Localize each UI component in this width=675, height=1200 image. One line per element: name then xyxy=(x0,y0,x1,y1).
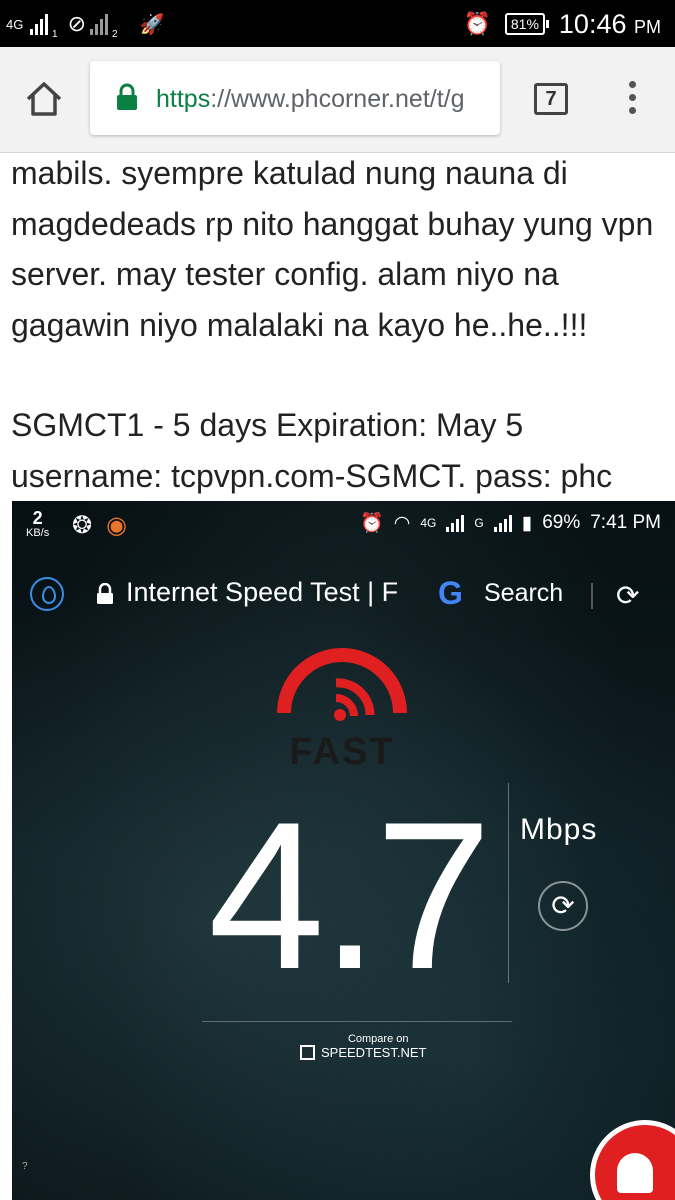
clock: 10:46 PM xyxy=(559,9,661,40)
post-line: username: tcpvpn.com-SGMCT. pass: phc xyxy=(11,457,613,494)
url-rest: ://www.phcorner.net/t/g xyxy=(210,85,465,113)
fast-logo-text: FAST xyxy=(289,731,395,773)
inner-status-bar: 2 KB/s ❂ ◉ ⏰ ◠ 4G G ▮ 69% 7:41 PM xyxy=(12,501,675,549)
data-rate-value: 2 xyxy=(32,508,43,528)
home-icon[interactable] xyxy=(24,79,64,119)
post-line: magdedeads rp nito hanggat buhay yung vp… xyxy=(11,205,654,242)
sim2-label: 2 xyxy=(112,29,118,40)
network-type: 4G xyxy=(6,16,24,32)
data-rate: 2 KB/s xyxy=(26,509,49,539)
post-line: SGMCT1 - 5 days Expiration: May 5 xyxy=(11,407,524,443)
status-bar: 4G 1 ⊘ 2 🚀 ⏰ 81% 10:46 PM xyxy=(0,0,675,47)
signal-icon xyxy=(30,13,48,35)
compare-link: Compare on SPEEDTEST.NET xyxy=(300,1033,426,1060)
fast-app-icon xyxy=(30,577,64,611)
inner-status-right: ⏰ ◠ 4G G ▮ 69% 7:41 PM xyxy=(360,511,661,535)
browser-toolbar: https://www.phcorner.net/t/g 7 xyxy=(0,47,675,153)
corner-mark: ? xyxy=(22,1161,28,1172)
sim1-label: 1 xyxy=(52,29,58,40)
clock-ampm: PM xyxy=(634,16,661,37)
overflow-menu-icon[interactable] xyxy=(626,81,638,121)
bell-icon xyxy=(617,1153,653,1193)
post-line: gagawin niyo malalaki na kayo he..he..!!… xyxy=(11,306,588,343)
compare-site: SPEEDTEST.NET xyxy=(321,1045,427,1060)
no-sim-icon: ⊘ xyxy=(67,11,86,36)
inner-page-title: Internet Speed Test | F xyxy=(126,577,399,607)
post-body: mabils. syempre katulad nung nauna di ma… xyxy=(11,148,671,501)
status-left: 4G 1 ⊘ 2 🚀 xyxy=(6,8,165,41)
status-right: ⏰ 81% 10:46 PM xyxy=(463,6,661,42)
url-scheme: https xyxy=(156,85,211,113)
inner-browser-toolbar: Internet Speed Test | F G Search ⟳ xyxy=(12,563,675,623)
inner-battery: 69% xyxy=(542,512,581,533)
data-rate-unit: KB/s xyxy=(26,527,50,539)
google-icon: G xyxy=(438,575,463,612)
speed-unit: Mbps xyxy=(520,813,598,846)
google-letter: G xyxy=(438,575,463,611)
clock-time: 10:46 xyxy=(558,8,627,39)
url-bar[interactable]: https://www.phcorner.net/t/g xyxy=(90,61,500,135)
inner-net2: G xyxy=(474,516,484,530)
url-text: https://www.phcorner.net/t/g xyxy=(156,85,465,114)
refresh-icon: ⟳ xyxy=(616,580,640,611)
battery-charging-icon: ▮ xyxy=(521,512,533,534)
post-line: mabils. syempre katulad nung nauna di xyxy=(11,155,568,191)
inner-notif-icons: ❂ ◉ xyxy=(72,511,127,540)
post-line: server. may tester config. alam niyo na xyxy=(11,256,559,292)
battery-indicator: 81% xyxy=(504,13,549,35)
external-link-icon xyxy=(300,1045,315,1060)
alarm-icon: ⏰ xyxy=(463,11,491,36)
wifi-icon: ◠ xyxy=(393,512,411,534)
signal-icon xyxy=(446,514,465,532)
alarm-icon: ⏰ xyxy=(360,513,384,534)
rocket-icon: 🚀 xyxy=(139,13,165,36)
inner-time: 7:41 PM xyxy=(590,512,661,533)
divider xyxy=(591,583,593,609)
tab-switcher-button[interactable]: 7 xyxy=(534,83,568,115)
aperture-icon: ❂ xyxy=(72,512,93,539)
reload-icon: ⟳ xyxy=(538,881,588,931)
app-icon: ◉ xyxy=(106,512,128,539)
embedded-screenshot: 2 KB/s ❂ ◉ ⏰ ◠ 4G G ▮ 69% 7:41 PM Interne… xyxy=(12,501,675,1200)
divider xyxy=(508,783,509,983)
speed-value: 4.7 xyxy=(208,778,492,1013)
compare-label: Compare on xyxy=(347,1033,409,1045)
signal2-icon xyxy=(493,514,512,532)
lock-icon xyxy=(97,583,113,604)
divider xyxy=(202,1021,512,1022)
inner-net: 4G xyxy=(420,516,437,530)
inner-search-label: Search xyxy=(484,579,564,607)
signal2-icon xyxy=(90,13,108,35)
lock-icon xyxy=(117,83,137,110)
